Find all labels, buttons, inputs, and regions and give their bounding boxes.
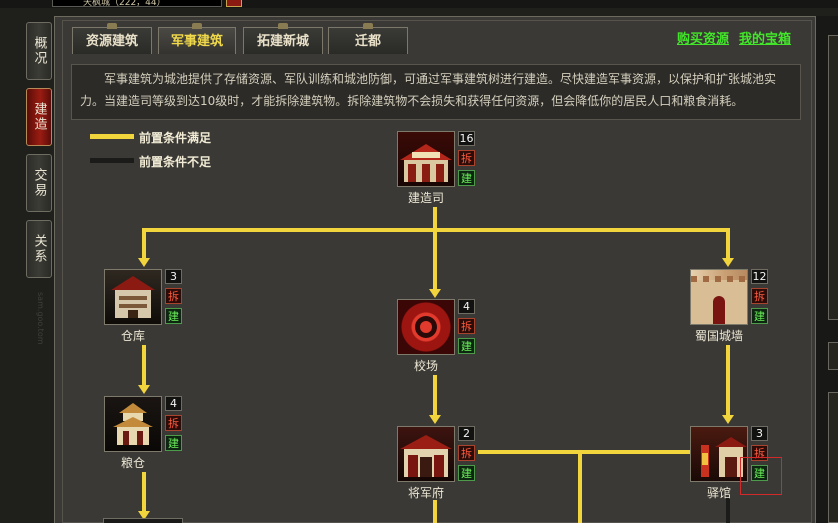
nav-tab-trade[interactable]: 交易 — [26, 154, 52, 212]
city-wall-icon[interactable] — [690, 269, 748, 325]
legend-label-unmet: 前置条件不足 — [139, 155, 212, 169]
next-building-thumb[interactable] — [103, 518, 183, 523]
tab-label: 资源建筑 — [85, 34, 138, 49]
tree-line — [433, 228, 437, 289]
building-jiangjunfu: 2 拆 建 将军府 — [397, 426, 477, 501]
tab-resource-buildings[interactable]: 资源建筑 — [72, 23, 152, 54]
demolish-button[interactable]: 拆 — [165, 415, 182, 431]
demolish-button[interactable]: 拆 — [458, 445, 475, 461]
building-liangcang: 4 拆 建 粮仓 — [104, 396, 184, 471]
description-text: 军事建筑为城池提供了存储资源、军队训练和城池防御，可通过军事建筑树进行建造。尽快… — [71, 64, 801, 120]
training-ground-icon[interactable] — [397, 299, 455, 355]
tab-move-capital[interactable]: 迁都 — [328, 23, 408, 54]
building-chengqiang: 12 拆 建 蜀国城墙 — [690, 269, 770, 344]
right-panel-edge — [828, 35, 838, 320]
nav-tab-label: 交易 — [31, 168, 47, 198]
tree-arrow — [429, 289, 441, 298]
tree-line — [142, 472, 146, 514]
build-button[interactable]: 建 — [165, 435, 182, 451]
tree-line — [433, 500, 437, 523]
level-badge: 12 — [751, 269, 768, 284]
selection-highlight — [740, 457, 782, 495]
tab-nub — [363, 23, 373, 29]
city-coordinates: 天枫城（222，44） — [52, 0, 222, 7]
tab-new-city[interactable]: 拓建新城 — [243, 23, 323, 54]
tree-line — [726, 345, 730, 415]
build-button[interactable]: 建 — [458, 338, 475, 354]
tab-label: 军事建筑 — [170, 34, 223, 49]
building-jiaochang: 4 拆 建 校场 — [397, 299, 477, 374]
city-menu-button[interactable] — [226, 0, 242, 7]
buy-resources-link[interactable]: 购买资源 — [677, 28, 729, 47]
build-button[interactable]: 建 — [458, 170, 475, 186]
legend-line-met — [90, 134, 134, 139]
tree-line-unmet — [726, 498, 730, 523]
level-badge: 2 — [458, 426, 475, 441]
tab-label: 拓建新城 — [256, 34, 309, 49]
tree-arrow — [722, 258, 734, 267]
tree-line — [726, 228, 730, 258]
nav-tab-build[interactable]: 建造 — [26, 88, 52, 146]
building-cangku: 3 拆 建 仓库 — [104, 269, 184, 344]
demolish-button[interactable]: 拆 — [458, 150, 475, 166]
level-badge: 4 — [165, 396, 182, 411]
build-button[interactable]: 建 — [751, 308, 768, 324]
tab-nub — [278, 23, 288, 29]
watermark: sam.goo.tom — [36, 292, 45, 345]
building-name: 粮仓 — [120, 456, 145, 470]
building-icon[interactable] — [397, 131, 455, 187]
legend-label-met: 前置条件满足 — [139, 131, 212, 145]
legend-line-unmet — [90, 158, 134, 163]
level-badge: 3 — [751, 426, 768, 441]
right-panel-edge — [828, 392, 838, 523]
tree-line — [433, 207, 437, 229]
demolish-button[interactable]: 拆 — [751, 288, 768, 304]
tree-line — [142, 228, 146, 258]
tree-line — [433, 375, 437, 415]
building-name: 仓库 — [120, 329, 145, 343]
my-treasure-link[interactable]: 我的宝箱 — [739, 28, 791, 47]
tab-nub — [192, 23, 202, 29]
level-badge: 3 — [165, 269, 182, 284]
tree-arrow — [138, 385, 150, 394]
building-name: 校场 — [413, 359, 438, 373]
nav-tab-label: 建造 — [31, 102, 47, 132]
nav-tab-overview[interactable]: 概况 — [26, 22, 52, 80]
right-panel-button[interactable] — [828, 342, 838, 370]
tab-nub — [107, 23, 117, 29]
demolish-button[interactable]: 拆 — [165, 288, 182, 304]
building-name: 蜀国城墙 — [694, 329, 743, 343]
tree-line — [578, 450, 582, 523]
nav-tab-label: 关系 — [31, 234, 47, 264]
demolish-button[interactable]: 拆 — [458, 318, 475, 334]
tab-label: 迁都 — [354, 34, 381, 49]
build-button[interactable]: 建 — [458, 465, 475, 481]
top-bar: 天枫城（222，44） — [0, 0, 838, 8]
tree-arrow — [722, 415, 734, 424]
level-badge: 4 — [458, 299, 475, 314]
nav-tab-label: 概况 — [31, 36, 47, 66]
tree-line — [478, 450, 690, 454]
build-button[interactable]: 建 — [165, 308, 182, 324]
building-name: 将军府 — [407, 486, 444, 500]
warehouse-icon[interactable] — [104, 269, 162, 325]
general-mansion-icon[interactable] — [397, 426, 455, 482]
building-name: 建造司 — [407, 191, 444, 205]
tree-line — [142, 345, 146, 385]
nav-tab-relations[interactable]: 关系 — [26, 220, 52, 278]
granary-icon[interactable] — [104, 396, 162, 452]
level-badge: 16 — [458, 131, 475, 146]
tree-arrow — [429, 415, 441, 424]
tab-military-buildings[interactable]: 军事建筑 — [158, 23, 236, 54]
tree-arrow — [138, 258, 150, 267]
building-jianzaosi: 16 拆 建 建造司 — [397, 131, 477, 206]
